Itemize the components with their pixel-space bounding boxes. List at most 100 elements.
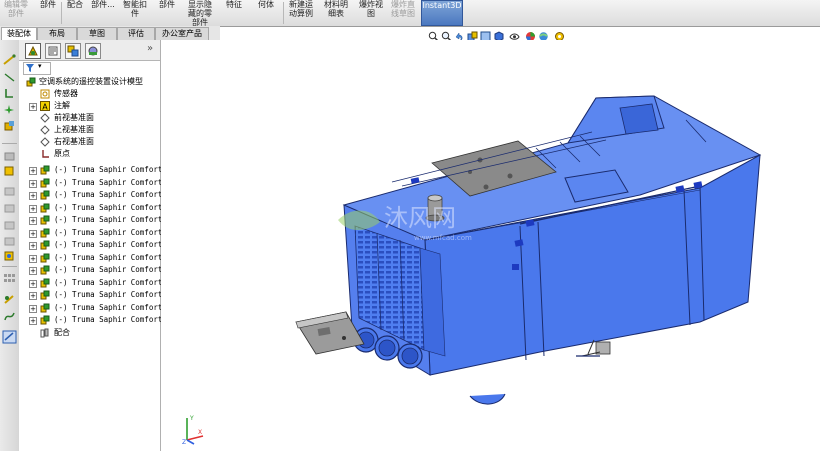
unit-body[interactable] [342, 95, 762, 405]
tab-evaluate[interactable]: 评估 [117, 27, 155, 40]
tree-item-component[interactable]: + (-) Truma Saphir Comfort [19, 189, 162, 201]
left-vertical-toolbar [0, 40, 20, 451]
tree-item-component[interactable]: + (-) Truma Saphir Comfort [19, 239, 163, 251]
tree-item-component[interactable]: + (-) Truma Saphir Comfort [19, 177, 163, 189]
sketch-fillet-icon[interactable] [3, 104, 16, 115]
reference-triad: X Y Z [182, 415, 204, 446]
tree-expand-toggle[interactable]: + [29, 204, 37, 213]
tree-item-component[interactable]: + (-) Truma Saphir Comfort [19, 227, 163, 239]
tree-expand-toggle[interactable]: + [29, 317, 37, 325]
tree-filter-dropdown[interactable]: ▾ [23, 62, 51, 75]
assembly-model-view[interactable]: 沐风网 www.mfcad.com [161, 40, 820, 451]
tree-item-component[interactable]: + (-) Truma Saphir Comfort [19, 264, 163, 276]
toolbar-separator [2, 143, 17, 144]
grid-icon[interactable] [3, 273, 16, 284]
tree-item-component[interactable]: + (-) Truma Saphir Comfort [19, 214, 162, 226]
feature-manager-tab-icon[interactable] [25, 43, 41, 59]
extrude-icon[interactable] [3, 120, 16, 131]
tree-item-mates[interactable]: 配合 [19, 327, 160, 339]
tree-item-label: 右视基准面 [54, 137, 94, 146]
tree-expand-toggle[interactable]: + [29, 192, 37, 200]
triad-z-label: Z [182, 439, 186, 446]
assembly-features-button[interactable]: 特征 [220, 0, 248, 26]
graphics-viewport[interactable]: 沐风网 www.mfcad.com X Y Z [161, 40, 820, 451]
tab-office-products[interactable]: 办公室产品 [155, 27, 209, 40]
tree-item-component[interactable]: + (-) Truma Saphir Comfort [19, 164, 163, 176]
tree-item-label: 原点 [54, 149, 70, 158]
tree-item-right-plane[interactable]: 右视基准面 [19, 136, 160, 148]
part-icon [40, 240, 50, 250]
show-hidden-components-button[interactable]: 显示隐 藏的零 部件 [184, 0, 216, 26]
panel-expand-chevron-icon[interactable]: » [147, 43, 153, 54]
spline-icon[interactable] [3, 311, 16, 322]
tab-assembly[interactable]: 装配体 [1, 27, 37, 40]
move-component-button[interactable]: 部件 [155, 0, 179, 26]
tab-sketch[interactable]: 草图 [77, 27, 117, 40]
insert-component-button[interactable]: 部件 [37, 0, 59, 26]
command-tabs: 装配体 布局 草图 评估 办公室产品 [0, 26, 220, 41]
configuration-manager-tab-icon[interactable] [65, 43, 81, 59]
explode-line-sketch-button[interactable]: 爆炸直 线草图 [388, 0, 418, 26]
tree-item-label: (-) Truma Saphir Comfort [54, 165, 163, 174]
tree-expand-toggle[interactable]: + [29, 254, 37, 263]
view-orientation-icon[interactable] [3, 151, 16, 162]
tree-item-label: (-) Truma Saphir Comfort [54, 227, 163, 237]
appearance-manager-icon[interactable] [2, 330, 17, 344]
tree-item-component[interactable]: + (-) Truma Saphir Comfort [19, 252, 162, 264]
tree-item-component[interactable]: + (-) Truma Saphir Comfort [19, 314, 162, 326]
tree-item-origin[interactable]: 原点 [19, 148, 160, 160]
tree-item-label: (-) Truma Saphir Comfort [54, 265, 163, 274]
tree-item-component[interactable]: + (-) Truma Saphir Comfort [19, 277, 162, 289]
relations-icon[interactable] [3, 88, 16, 99]
tree-item-root-assembly[interactable]: 空调系统的遥控装置设计模型 [19, 76, 160, 88]
mate-button[interactable]: 配合 [64, 0, 86, 26]
smart-fastener-icon[interactable] [3, 294, 16, 305]
display-manager-tab-icon[interactable] [85, 43, 101, 59]
dropdown-arrow-icon: ▾ [38, 62, 42, 70]
display-style-icon[interactable] [3, 166, 16, 177]
realview-icon[interactable] [3, 251, 16, 262]
reference-geometry-button[interactable]: 何体 [252, 0, 280, 26]
apply-scene-icon[interactable] [3, 236, 16, 247]
tree-expand-toggle[interactable]: + [29, 304, 37, 313]
tree-expand-toggle[interactable]: + [29, 279, 37, 288]
instant3d-button[interactable]: Instant3D [421, 0, 463, 26]
tab-layout[interactable]: 布局 [37, 27, 77, 40]
hide-show-icon[interactable] [3, 186, 16, 197]
property-manager-tab-icon[interactable] [45, 43, 61, 59]
filter-funnel-icon [26, 64, 34, 72]
tree-item-sensors[interactable]: 传感器 [19, 88, 160, 100]
tree-item-component[interactable]: + (-) Truma Saphir Comfort [19, 289, 162, 301]
tree-item-label: (-) Truma Saphir Comfort [54, 177, 163, 187]
edit-component-button[interactable]: 编辑零 部件 [0, 0, 32, 26]
tree-item-annotations[interactable]: + A 注解 [19, 100, 160, 112]
tree-expand-toggle[interactable]: + [29, 292, 37, 300]
line-icon[interactable] [3, 72, 16, 83]
tree-item-label: 配合 [54, 328, 70, 337]
tree-expand-toggle[interactable]: + [29, 103, 37, 111]
tree-expand-toggle[interactable]: + [29, 242, 37, 250]
new-motion-study-button[interactable]: 新建运 动算例 [285, 0, 317, 26]
toolbar-separator [2, 266, 17, 267]
tree-item-front-plane[interactable]: 前视基准面 [19, 112, 160, 124]
plane-icon [40, 125, 50, 135]
linear-pattern-button[interactable]: 部件... [89, 0, 117, 26]
edit-appearance-icon[interactable] [3, 203, 16, 214]
watermark-brand: 沐风网 [384, 204, 456, 232]
tree-expand-toggle[interactable]: + [29, 167, 37, 175]
tree-item-component[interactable]: + (-) Truma Saphir Comfort [19, 202, 162, 214]
part-icon [40, 215, 50, 225]
tree-item-label: (-) Truma Saphir Comfort [54, 302, 163, 312]
section-view-icon[interactable] [3, 220, 16, 231]
tree-expand-toggle[interactable]: + [29, 267, 37, 275]
exploded-view-button[interactable]: 爆炸视 图 [356, 0, 386, 26]
tree-expand-toggle[interactable]: + [29, 179, 37, 188]
tree-item-component[interactable]: + (-) Truma Saphir Comfort [19, 302, 163, 314]
tree-item-top-plane[interactable]: 上视基准面 [19, 124, 160, 136]
smart-dimension-icon[interactable] [3, 54, 16, 65]
smart-fasteners-button[interactable]: 智能扣 件 [120, 0, 150, 26]
bill-of-materials-button[interactable]: 材料明 细表 [320, 0, 352, 26]
tree-expand-toggle[interactable]: + [29, 229, 37, 238]
tree-item-label: (-) Truma Saphir Comfort [54, 240, 163, 249]
tree-expand-toggle[interactable]: + [29, 217, 37, 225]
